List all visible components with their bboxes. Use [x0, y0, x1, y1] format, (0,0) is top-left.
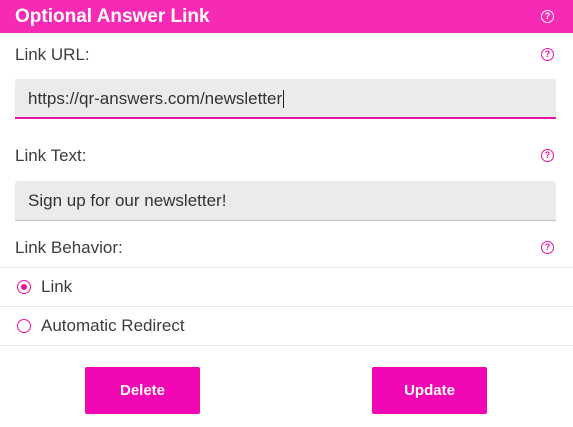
update-button[interactable]: Update — [372, 367, 487, 414]
delete-button[interactable]: Delete — [85, 367, 200, 414]
radio-selected-icon[interactable] — [17, 280, 31, 294]
link-url-label: Link URL: — [15, 45, 90, 64]
link-behavior-label: Link Behavior: — [15, 238, 123, 257]
radio-option-link[interactable]: Link — [0, 268, 573, 306]
text-cursor — [283, 89, 285, 108]
link-text-value: Sign up for our newsletter! — [28, 191, 227, 210]
radio-unselected-icon[interactable] — [17, 319, 31, 333]
link-url-value: https://qr-answers.com/newsletter — [28, 89, 283, 108]
radio-option-automatic-redirect[interactable]: Automatic Redirect — [0, 307, 573, 345]
link-behavior-help-icon[interactable]: ? — [541, 241, 554, 254]
radio-dot — [21, 284, 27, 290]
link-url-input[interactable]: https://qr-answers.com/newsletter — [15, 79, 556, 119]
link-text-input[interactable]: Sign up for our newsletter! — [15, 181, 556, 221]
radio-label-automatic-redirect: Automatic Redirect — [41, 316, 185, 335]
panel-title: Optional Answer Link — [15, 6, 210, 27]
link-text-help-icon[interactable]: ? — [541, 149, 554, 162]
header-help-icon[interactable]: ? — [541, 10, 554, 23]
optional-answer-link-panel: Optional Answer Link ? Link URL: ? https… — [0, 0, 573, 427]
panel-header: Optional Answer Link ? — [0, 0, 573, 33]
divider — [0, 345, 573, 346]
link-url-help-icon[interactable]: ? — [541, 48, 554, 61]
link-text-label: Link Text: — [15, 146, 87, 165]
radio-label-link: Link — [41, 277, 73, 296]
